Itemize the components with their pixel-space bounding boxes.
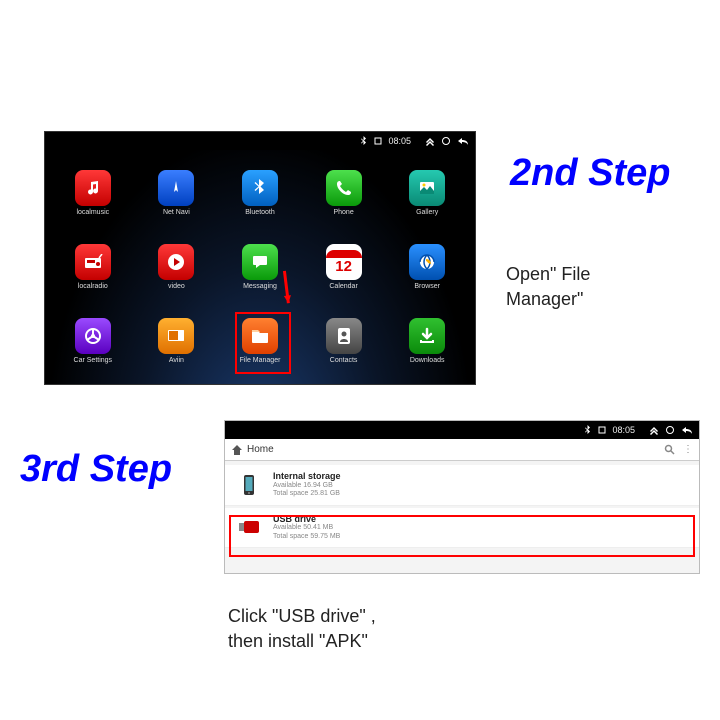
app-label: Downloads: [410, 357, 445, 364]
phone-storage-icon: [235, 474, 263, 496]
internal-total: Total space 25.81 GB: [273, 490, 341, 498]
search-icon[interactable]: [664, 444, 675, 455]
bluetooth-status-icon: [360, 136, 368, 146]
app-label: Car Settings: [74, 357, 113, 364]
app-aviin[interactable]: Aviin: [141, 306, 213, 376]
app-label: localmusic: [76, 209, 109, 216]
app-contacts[interactable]: Contacts: [308, 306, 380, 376]
square-status-icon: [598, 426, 606, 434]
storage-internal[interactable]: Internal storage Available 16.94 GB Tota…: [225, 465, 699, 506]
app-label: Contacts: [330, 357, 358, 364]
bluetooth-status-icon: [584, 425, 592, 435]
app-label: Net Navi: [163, 209, 190, 216]
app-netnavi[interactable]: Net Navi: [141, 158, 213, 228]
app-localradio[interactable]: localradio: [57, 232, 129, 302]
step2-desc-line1: Open" File: [506, 264, 590, 284]
status-time: 08:05: [388, 136, 411, 146]
app-label: Aviin: [169, 357, 184, 364]
app-label: Messaging: [243, 283, 277, 290]
internal-avail: Available 16.94 GB: [273, 482, 341, 490]
app-label: Bluetooth: [245, 209, 275, 216]
nav-back-icon[interactable]: [681, 425, 693, 435]
storage-usb[interactable]: USB drive Available 50.41 MB Total space…: [225, 508, 699, 549]
app-filemanager[interactable]: File Manager: [224, 306, 296, 376]
usb-avail: Available 50.41 MB: [273, 524, 340, 532]
usb-drive-icon: [235, 516, 263, 538]
app-calendar[interactable]: 12 Calendar: [308, 232, 380, 302]
nav-home-icon[interactable]: [441, 136, 451, 146]
app-grid: localmusic Net Navi Bluetooth Phone Gall…: [45, 150, 475, 384]
step2-desc-line2: Manager": [506, 289, 583, 309]
home-icon[interactable]: [231, 444, 243, 456]
nav-up-icon[interactable]: [425, 136, 435, 146]
app-localmusic[interactable]: localmusic: [57, 158, 129, 228]
nav-back-icon[interactable]: [457, 136, 469, 146]
nav-up-icon[interactable]: [649, 425, 659, 435]
app-bluetooth[interactable]: Bluetooth: [224, 158, 296, 228]
status-bar: 08:05: [225, 421, 699, 439]
app-gallery[interactable]: Gallery: [391, 158, 463, 228]
app-browser[interactable]: Browser: [391, 232, 463, 302]
breadcrumb-home[interactable]: Home: [247, 444, 274, 455]
calendar-day: 12: [335, 258, 352, 275]
app-label: video: [168, 283, 185, 290]
usb-total: Total space 59.75 MB: [273, 533, 340, 541]
app-label: Gallery: [416, 209, 438, 216]
step2-title: 2nd Step: [510, 152, 670, 195]
app-label: Browser: [414, 283, 440, 290]
app-downloads[interactable]: Downloads: [391, 306, 463, 376]
step3-desc-line2: then install "APK": [228, 631, 368, 651]
overflow-menu-icon[interactable]: ⋮: [683, 444, 693, 455]
step3-desc-line1: Click "USB drive" ,: [228, 606, 376, 626]
app-launcher-screen: 08:05 localmusic Net Navi Bluetooth Phon…: [44, 131, 476, 385]
app-label: Phone: [333, 209, 353, 216]
app-carsettings[interactable]: Car Settings: [57, 306, 129, 376]
step3-desc: Click "USB drive" , then install "APK": [228, 604, 376, 654]
status-time: 08:05: [612, 425, 635, 435]
status-bar: 08:05: [45, 132, 475, 150]
app-phone[interactable]: Phone: [308, 158, 380, 228]
app-label: Calendar: [329, 283, 357, 290]
file-manager-screen: 08:05 Home ⋮ Internal storage Available …: [224, 420, 700, 574]
step2-desc: Open" File Manager": [506, 262, 590, 312]
app-label: localradio: [78, 283, 108, 290]
app-messaging[interactable]: Messaging: [224, 232, 296, 302]
app-video[interactable]: video: [141, 232, 213, 302]
storage-list: Internal storage Available 16.94 GB Tota…: [225, 461, 699, 554]
internal-title: Internal storage: [273, 471, 341, 482]
nav-home-icon[interactable]: [665, 425, 675, 435]
app-label: File Manager: [240, 357, 281, 364]
usb-title: USB drive: [273, 514, 340, 525]
square-status-icon: [374, 137, 382, 145]
step3-title: 3rd Step: [20, 448, 172, 491]
fm-breadcrumb-bar: Home ⋮: [225, 439, 699, 461]
